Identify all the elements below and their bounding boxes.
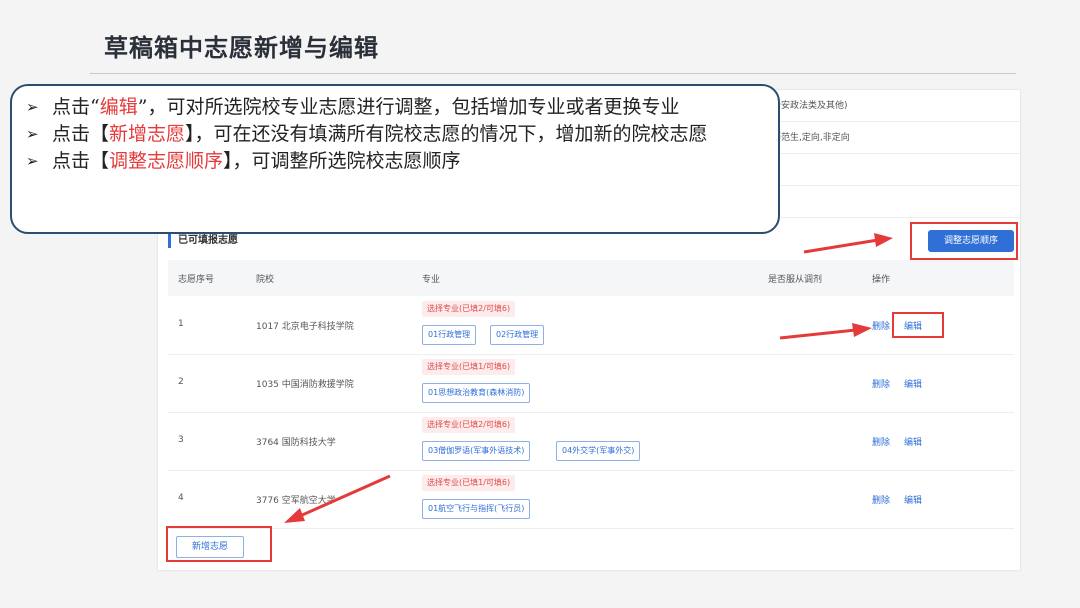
major-tag[interactable]: 02行政管理 [490, 325, 545, 345]
instruction-bullet: ➢ 点击“编辑”，可对所选院校专业志愿进行调整，包括增加专业或者更换专业 [26, 94, 764, 121]
header-obey: 是否服从调剂 [768, 275, 823, 285]
table-row: 1 1017 北京电子科技学院 选择专业(已填2/可填6) 01行政管理 02行… [168, 297, 1014, 355]
major-tag[interactable]: 01思想政治教育(森林消防) [422, 383, 531, 403]
header-major: 专业 [422, 275, 441, 285]
highlight-frame [892, 312, 944, 338]
section-title: 已可填报志愿 [168, 234, 238, 248]
instruction-callout: ➢ 点击“编辑”，可对所选院校专业志愿进行调整，包括增加专业或者更换专业 ➢ 点… [10, 84, 780, 234]
instruction-bullet: ➢ 点击【新增志愿】，可在还没有填满所有院校志愿的情况下，增加新的院校志愿 [26, 121, 764, 148]
school-cell: 3764 国防科技大学 [256, 438, 336, 448]
header-order: 志愿序号 [178, 275, 215, 285]
school-cell: 3776 空军航空大学 [256, 496, 336, 506]
select-major-tag[interactable]: 选择专业(已填1/可填6) [422, 359, 516, 375]
slide-title: 草稿箱中志愿新增与编辑 [104, 34, 379, 62]
select-major-tag[interactable]: 选择专业(已填2/可填6) [422, 417, 516, 433]
header-school: 院校 [256, 275, 275, 285]
form-row-text: 师范生,定向,非定向 [772, 133, 850, 143]
order-cell: 1 [178, 319, 184, 329]
order-cell: 2 [178, 377, 184, 387]
highlight-frame [910, 222, 1018, 260]
order-cell: 3 [178, 435, 184, 445]
table-row: 2 1035 中国消防救援学院 选择专业(已填1/可填6) 01思想政治教育(森… [168, 355, 1014, 413]
bullet-suffix: 】，可在还没有填满所有院校志愿的情况下，增加新的院校志愿 [185, 123, 708, 145]
title-divider [90, 73, 1016, 74]
major-tag[interactable]: 01行政管理 [422, 325, 477, 345]
select-major-tag[interactable]: 选择专业(已填2/可填6) [422, 301, 516, 317]
right-triangle-arrow-icon: ➢ [26, 98, 39, 116]
major-tag[interactable]: 04外交学(军事外交) [556, 441, 641, 461]
bullet-prefix: 点击【 [52, 123, 110, 145]
right-triangle-arrow-icon: ➢ [26, 152, 39, 170]
delete-link[interactable]: 删除 [872, 435, 890, 448]
bullet-highlight: 新增志愿 [109, 123, 186, 145]
bullet-highlight: 编辑 [99, 96, 138, 118]
bullet-highlight: 调整志愿顺序 [109, 150, 224, 172]
school-cell: 1017 北京电子科技学院 [256, 322, 354, 332]
instruction-bullet: ➢ 点击【调整志愿顺序】，可调整所选院校志愿顺序 [26, 148, 764, 175]
select-major-tag[interactable]: 选择专业(已填1/可填6) [422, 475, 516, 491]
edit-link[interactable]: 编辑 [904, 377, 922, 390]
school-cell: 1035 中国消防救援学院 [256, 380, 354, 390]
table-header: 志愿序号 院校 专业 是否服从调剂 操作 [168, 260, 1014, 296]
header-action: 操作 [872, 275, 891, 285]
bullet-suffix: 】，可调整所选院校志愿顺序 [223, 150, 461, 172]
delete-link[interactable]: 删除 [872, 377, 890, 390]
delete-link[interactable]: 删除 [872, 493, 890, 506]
right-triangle-arrow-icon: ➢ [26, 125, 39, 143]
major-tag[interactable]: 01航空飞行与指挥(飞行员) [422, 499, 531, 519]
edit-link[interactable]: 编辑 [904, 493, 922, 506]
major-tag[interactable]: 03僧伽罗语(军事外语技术) [422, 441, 531, 461]
table-row: 3 3764 国防科技大学 选择专业(已填2/可填6) 03僧伽罗语(军事外语技… [168, 413, 1014, 471]
edit-link[interactable]: 编辑 [904, 435, 922, 448]
bullet-prefix: 点击【 [52, 150, 110, 172]
form-row-text: 公安政法类及其他) [772, 101, 848, 111]
highlight-frame [166, 526, 272, 562]
bullet-prefix: 点击“ [52, 96, 100, 118]
table-row: 4 3776 空军航空大学 选择专业(已填1/可填6) 01航空飞行与指挥(飞行… [168, 471, 1014, 529]
bullet-suffix: ”，可对所选院校专业志愿进行调整，包括增加专业或者更换专业 [137, 96, 680, 118]
order-cell: 4 [178, 493, 184, 503]
delete-link[interactable]: 删除 [872, 319, 890, 332]
